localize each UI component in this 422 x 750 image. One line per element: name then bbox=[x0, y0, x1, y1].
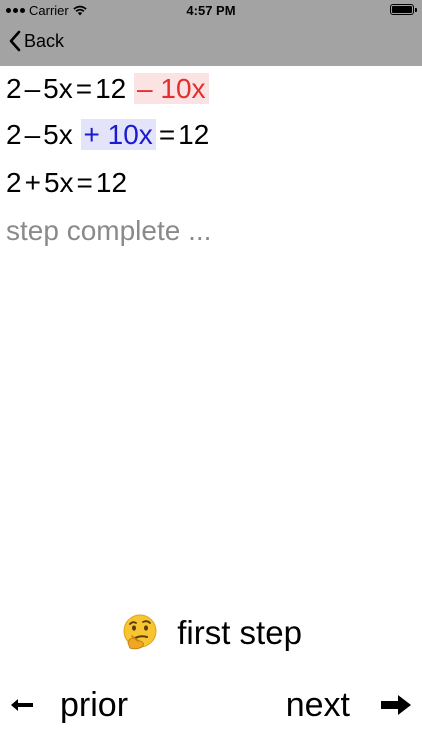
hint-label: first step bbox=[177, 614, 302, 651]
status-bar: Carrier 4:57 PM bbox=[0, 0, 422, 22]
screen: Carrier 4:57 PM Back 2–5x = 12 – 10x 2 –… bbox=[0, 0, 422, 750]
top-bar: Carrier 4:57 PM Back bbox=[0, 0, 422, 66]
thinking-face-icon bbox=[123, 614, 157, 650]
prior-label: prior bbox=[60, 686, 129, 724]
equation-line-3: 2 +5x = 12 bbox=[6, 167, 128, 198]
equation-line-1: 2–5x = 12 – 10x bbox=[6, 72, 209, 106]
step-status: step complete ... bbox=[6, 215, 212, 246]
hint: first step bbox=[0, 612, 422, 653]
prior-button[interactable]: prior bbox=[10, 683, 128, 727]
step-navigation: prior next bbox=[0, 683, 422, 727]
status-time: 4:57 PM bbox=[186, 3, 236, 18]
next-label: next bbox=[285, 686, 350, 724]
highlighted-term-red: – 10x bbox=[134, 73, 209, 104]
arrow-left-icon bbox=[11, 699, 33, 711]
back-button[interactable]: Back bbox=[8, 30, 64, 52]
highlighted-term-blue: + 10x bbox=[80, 119, 156, 150]
battery-icon bbox=[390, 4, 417, 15]
next-button[interactable]: next bbox=[286, 683, 412, 727]
chevron-left-icon bbox=[9, 30, 21, 52]
navigation-bar: Back bbox=[0, 22, 422, 66]
equation-line-2: 2–5x + 10x = 12 bbox=[6, 119, 210, 150]
arrow-right-icon bbox=[381, 695, 411, 715]
back-label: Back bbox=[24, 30, 65, 51]
